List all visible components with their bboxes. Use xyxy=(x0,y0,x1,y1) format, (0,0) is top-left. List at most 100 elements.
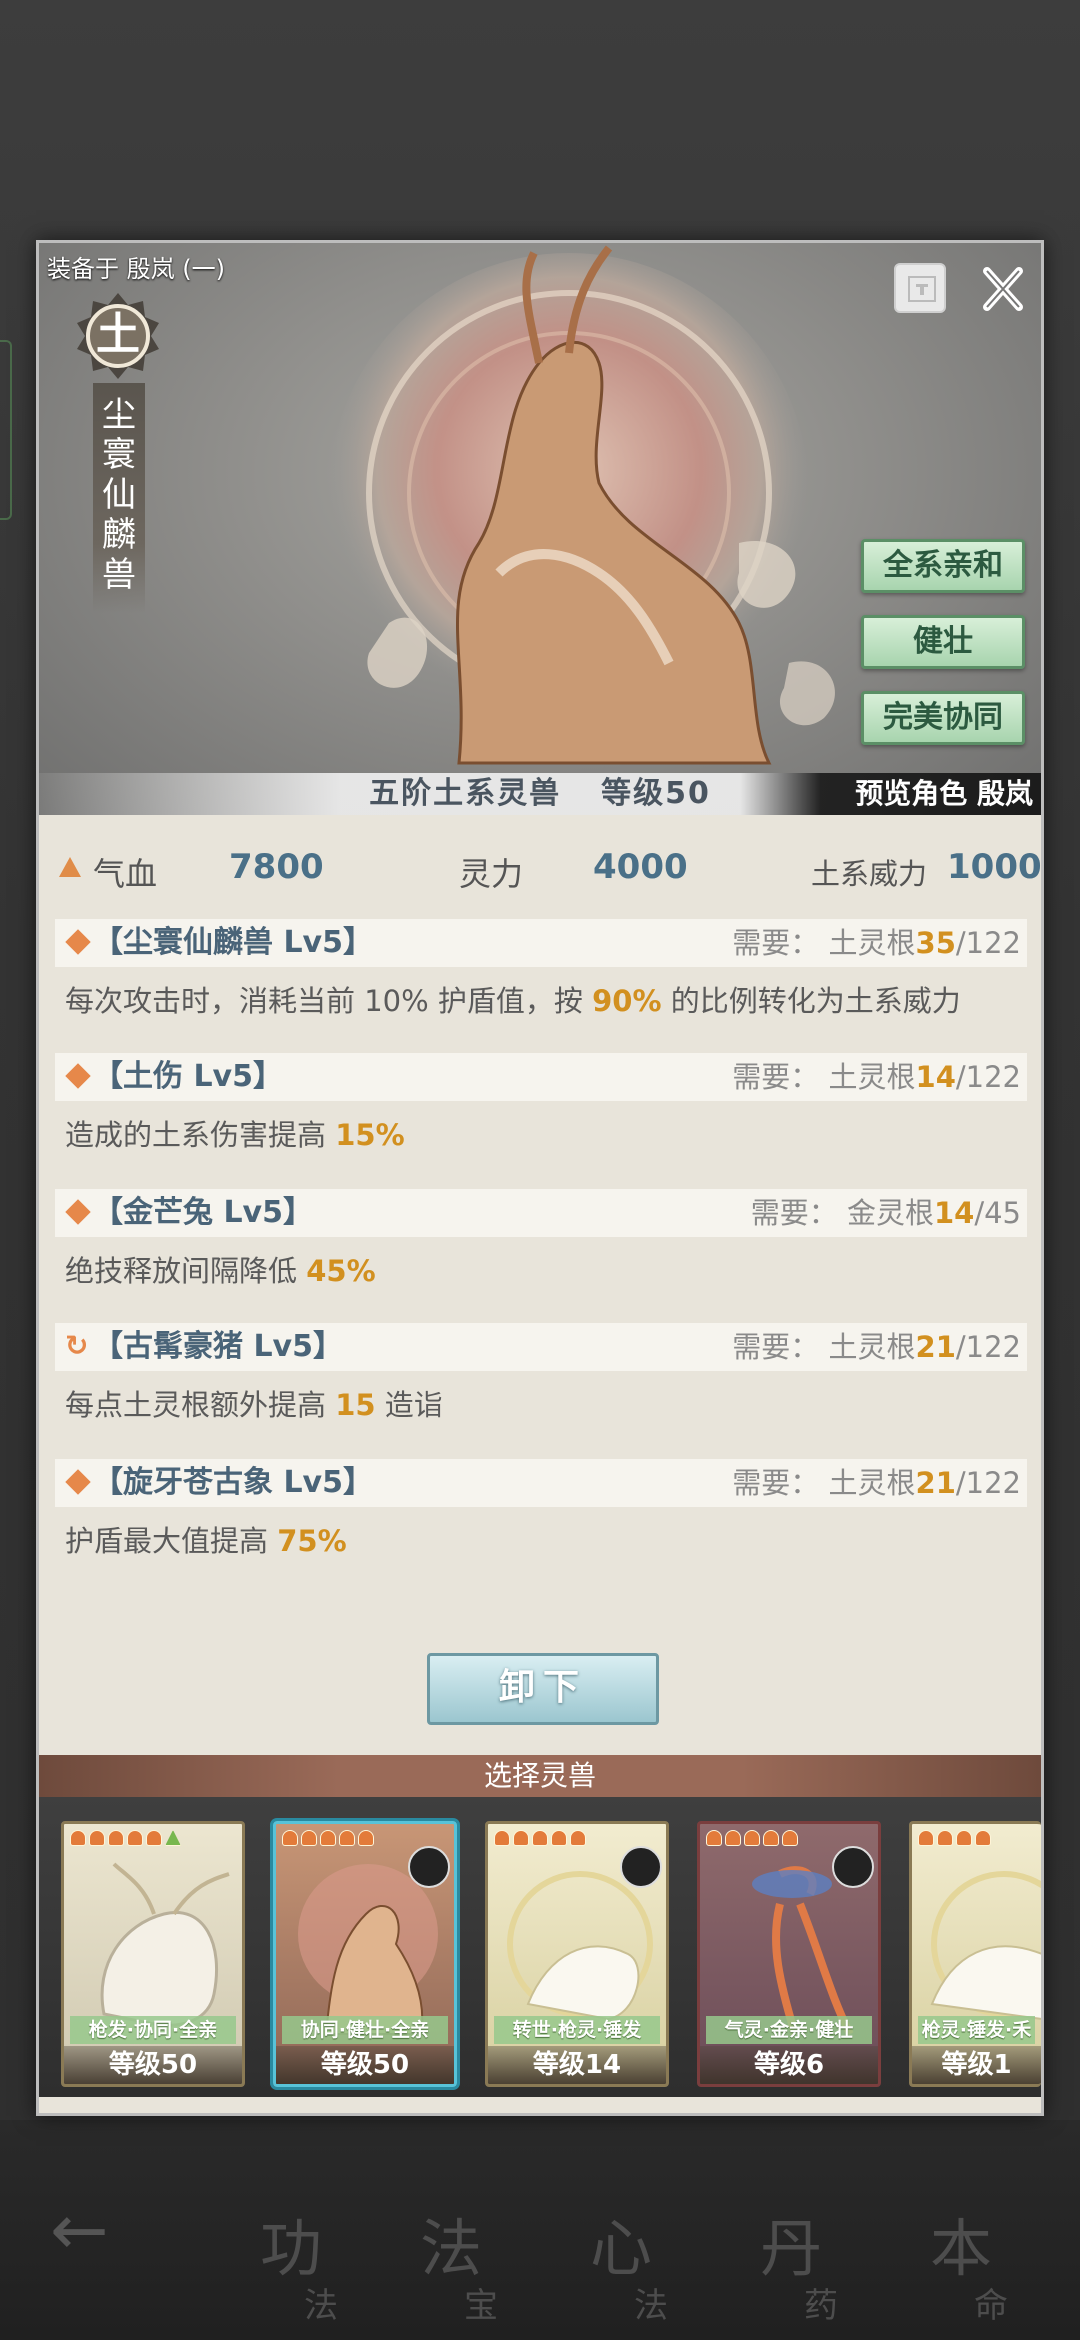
beast-illustration xyxy=(329,245,836,765)
beast-name-vertical: 尘 寰 仙 麟 兽 xyxy=(93,395,145,595)
desc-text: 每点土灵根额外提高 xyxy=(65,1388,336,1422)
skill-description: 每次攻击时，消耗当前 10% 护盾值，按 90% 的比例转化为土系威力 xyxy=(55,981,1027,1021)
desc-text: 绝技释放间隔降低 xyxy=(65,1254,307,1288)
nav-item-big: 心 xyxy=(590,2212,653,2285)
skill-requirement: 需要： 土灵根35/122 xyxy=(732,923,1021,963)
sp-label: 灵力 xyxy=(459,855,524,893)
beast-card-level: 等级1 xyxy=(912,2046,1041,2084)
req-prefix: 需要： 金灵根 xyxy=(750,1196,934,1230)
req-max: /45 xyxy=(974,1196,1021,1230)
beast-card[interactable]: 枪灵·锤发·禾 等级1 xyxy=(909,1821,1041,2087)
skill-description: 护盾最大值提高 75% xyxy=(55,1521,1027,1561)
skill-item: ↻ 【古髯豪猪 Lv5】 需要： 土灵根21/122 每点土灵根额外提高 15 … xyxy=(55,1323,1027,1425)
select-beast-title: 选择灵兽 xyxy=(39,1755,1041,1797)
nav-item-xinfa[interactable]: 心 法 xyxy=(590,2212,668,2327)
skill-description: 造成的土系伤害提高 15% xyxy=(55,1115,1027,1155)
beast-card-tags: 转世·枪灵·锤发 xyxy=(494,2016,660,2044)
diamond-icon xyxy=(65,1063,91,1089)
beast-detail-modal: 装备于 殷岚 (一) 土 尘 寰 仙 麟 兽 全系亲和 健壮 完美协同 五阶土系… xyxy=(36,240,1044,2116)
skill-item: 【旋牙苍古象 Lv5】 需要： 土灵根21/122 护盾最大值提高 75% xyxy=(55,1459,1027,1561)
tier-label: 五阶土系灵兽 xyxy=(369,776,562,811)
beast-card-level: 等级50 xyxy=(276,2046,454,2084)
unequip-button[interactable]: 卸下 xyxy=(427,1653,659,1725)
beast-portrait-icon xyxy=(298,1864,438,2035)
req-max: /122 xyxy=(955,1060,1021,1094)
nav-item-small: 法 xyxy=(304,2286,338,2326)
beast-portrait-icon xyxy=(930,1871,1041,2020)
req-current: 21 xyxy=(915,1466,956,1500)
hp-label: 气血 xyxy=(93,855,158,893)
stats-row: 气血 7800 灵力 4000 土系威力 1000 xyxy=(39,843,1041,903)
beast-card-tags: 枪灵·锤发·禾 xyxy=(918,2016,1035,2044)
diamond-icon xyxy=(65,1199,91,1225)
skill-item: 【土伤 Lv5】 需要： 土灵根14/122 造成的土系伤害提高 15% xyxy=(55,1053,1027,1155)
element-earth-label: 土 xyxy=(96,309,140,360)
req-max: /122 xyxy=(955,1330,1021,1364)
beast-name-char: 仙 xyxy=(102,475,136,515)
nav-item-big: 丹 xyxy=(760,2212,823,2285)
skill-requirement: 需要： 土灵根14/122 xyxy=(732,1057,1021,1097)
req-current: 21 xyxy=(915,1330,956,1364)
nav-item-big: 法 xyxy=(420,2212,483,2285)
desc-text: 每次攻击时，消耗当前 10% 护盾值，按 xyxy=(65,984,593,1018)
level-label: 等级50 xyxy=(601,776,711,811)
skill-header: 【金芒兔 Lv5】 需要： 金灵根14/45 xyxy=(55,1189,1027,1237)
skill-header: ↻ 【古髯豪猪 Lv5】 需要： 土灵根21/122 xyxy=(55,1323,1027,1371)
trait-perfect-synergy-button[interactable]: 完美协同 xyxy=(861,691,1025,745)
beast-card-selected[interactable]: 协同·健壮·全亲 等级50 xyxy=(273,1821,457,2087)
trait-all-affinity-button[interactable]: 全系亲和 xyxy=(861,539,1025,593)
earth-power-label: 土系威力 xyxy=(811,857,928,891)
desc-highlight: 45% xyxy=(306,1254,376,1288)
nav-item-danyao[interactable]: 丹 药 xyxy=(760,2212,838,2327)
req-prefix: 需要： 土灵根 xyxy=(732,926,916,960)
diamond-icon xyxy=(65,1469,91,1495)
nav-item-fabao[interactable]: 法 宝 xyxy=(420,2212,498,2327)
skill-name: 【古髯豪猪 Lv5】 xyxy=(93,1329,343,1364)
nav-item-gongfa[interactable]: 功 法 xyxy=(260,2218,338,2327)
req-current: 14 xyxy=(933,1196,975,1230)
skill-item: 【尘寰仙麟兽 Lv5】 需要： 土灵根35/122 每次攻击时，消耗当前 10%… xyxy=(55,919,1027,1021)
nav-item-benming[interactable]: 本 命 xyxy=(930,2212,1008,2327)
back-arrow-icon[interactable]: ← xyxy=(50,2195,130,2265)
desc-highlight: 90% xyxy=(592,984,662,1018)
desc-text: 造诣 xyxy=(375,1388,443,1422)
req-prefix: 需要： 土灵根 xyxy=(732,1466,916,1500)
nav-item-big: 本 xyxy=(930,2212,993,2285)
trait-sturdy-button[interactable]: 健壮 xyxy=(861,615,1025,669)
beast-portrait-icon xyxy=(100,1862,230,2027)
desc-highlight: 75% xyxy=(277,1524,347,1558)
nav-item-small: 宝 xyxy=(464,2286,498,2326)
nav-item-small: 命 xyxy=(974,2286,1008,2326)
desc-text: 护盾最大值提高 xyxy=(65,1524,278,1558)
skill-requirement: 需要： 土灵根21/122 xyxy=(732,1463,1021,1503)
skill-name: 【尘寰仙麟兽 Lv5】 xyxy=(93,925,373,960)
preview-role-label[interactable]: 预览角色 殷岚 xyxy=(855,773,1033,815)
close-button[interactable] xyxy=(975,261,1031,317)
beast-card-level: 等级50 xyxy=(64,2046,242,2084)
skill-requirement: 需要： 土灵根21/122 xyxy=(732,1327,1021,1367)
beast-card[interactable]: 枪发·协同·全亲 等级50 xyxy=(61,1821,245,2087)
refresh-icon: ↻ xyxy=(65,1329,89,1362)
nav-item-small: 法 xyxy=(634,2286,668,2326)
save-button[interactable] xyxy=(894,263,946,313)
save-icon xyxy=(908,276,936,302)
beast-name-char: 尘 xyxy=(102,395,136,435)
sp-value: 4000 xyxy=(593,847,688,887)
skill-header: 【旋牙苍古象 Lv5】 需要： 土灵根21/122 xyxy=(55,1459,1027,1507)
req-max: /122 xyxy=(955,926,1021,960)
req-current: 35 xyxy=(915,926,956,960)
skill-description: 绝技释放间隔降低 45% xyxy=(55,1251,1027,1291)
skill-item: 【金芒兔 Lv5】 需要： 金灵根14/45 绝技释放间隔降低 45% xyxy=(55,1189,1027,1291)
beast-card[interactable]: 转世·枪灵·锤发 等级14 xyxy=(485,1821,669,2087)
skill-name: 【金芒兔 Lv5】 xyxy=(93,1195,313,1230)
desc-highlight: 15 xyxy=(335,1388,376,1422)
beast-card[interactable]: 气灵·金亲·健壮 等级6 xyxy=(697,1821,881,2087)
beast-card-tags: 气灵·金亲·健壮 xyxy=(706,2016,872,2044)
desc-highlight: 15% xyxy=(335,1118,405,1152)
skill-description: 每点土灵根额外提高 15 造诣 xyxy=(55,1385,1027,1425)
beast-name-char: 寰 xyxy=(102,435,136,475)
background-side-tab xyxy=(0,340,12,520)
skill-header: 【土伤 Lv5】 需要： 土灵根14/122 xyxy=(55,1053,1027,1101)
diamond-icon xyxy=(65,929,91,955)
req-max: /122 xyxy=(955,1466,1021,1500)
